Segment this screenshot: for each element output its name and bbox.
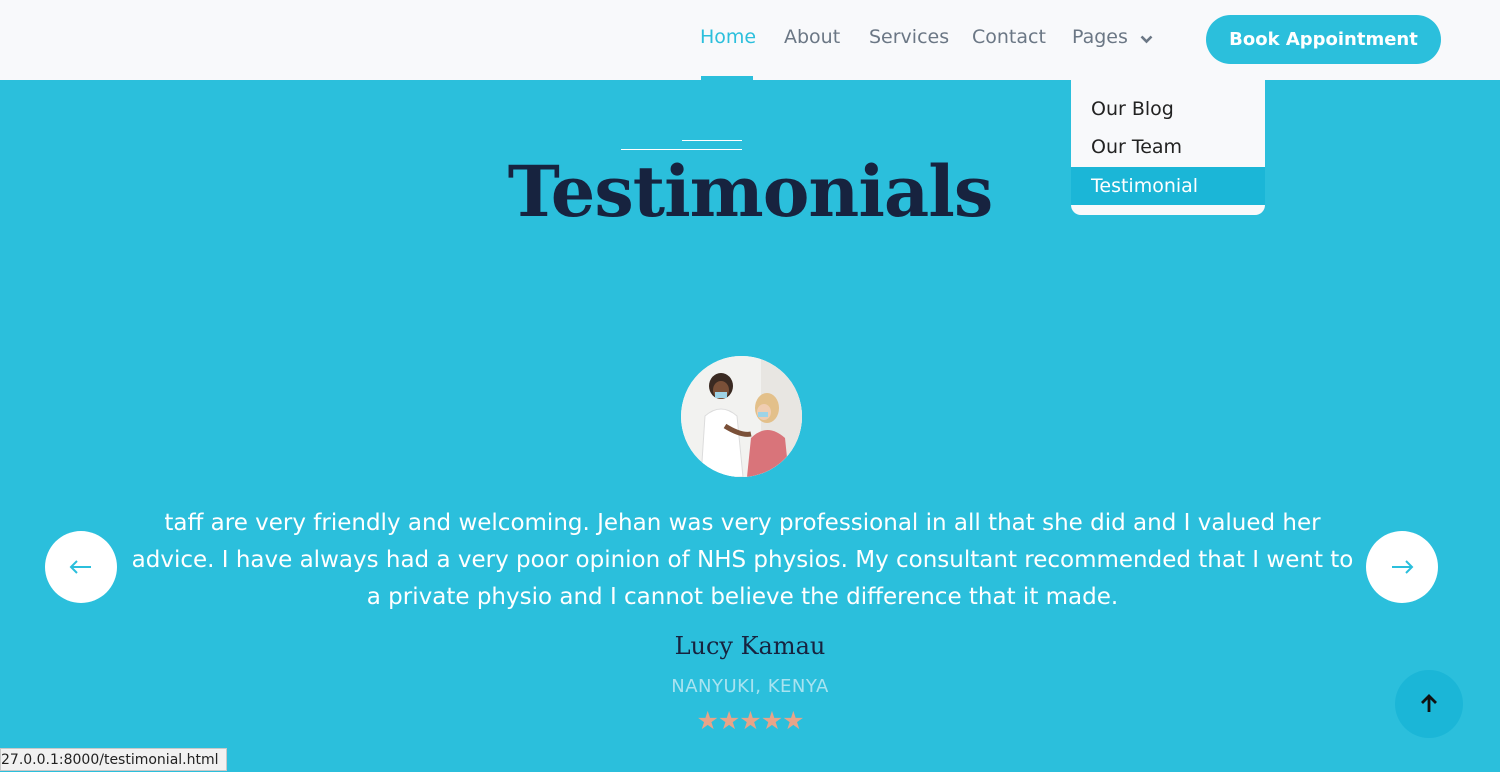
arrow-up-icon [1421,694,1437,712]
star-rating: ★★★★★ [696,706,804,735]
nav-home[interactable]: Home [700,26,756,48]
site-header: Home About Services Contact Pages Book A… [0,0,1500,80]
carousel-next-button[interactable] [1366,531,1438,603]
arrow-right-icon [1392,560,1414,574]
testimonial-avatar [681,356,802,477]
testimonial-quote: taff are very friendly and welcoming. Je… [131,510,1354,610]
testimonial-author-name: Lucy Kamau [674,632,826,660]
title-decoration-line [682,140,742,141]
avatar-photo [681,356,802,477]
status-bar-url: 27.0.0.1:8000/testimonial.html [0,748,227,771]
arrow-left-icon [69,560,91,574]
chevron-down-icon [1140,27,1153,49]
nav-services[interactable]: Services [869,26,949,48]
nav-contact[interactable]: Contact [972,26,1046,48]
dropdown-item-our-blog[interactable]: Our Blog [1071,90,1265,128]
active-nav-indicator [701,76,753,80]
testimonial-author-location: NANYUKI, KENYA [671,676,829,697]
nav-pages-label: Pages [1072,26,1128,48]
carousel-prev-button[interactable] [45,531,117,603]
nav-about[interactable]: About [784,26,840,48]
back-to-top-button[interactable] [1395,670,1463,738]
page-title: Testimonials [507,150,994,233]
book-appointment-button[interactable]: Book Appointment [1206,15,1441,64]
nav-pages[interactable]: Pages [1072,26,1153,49]
